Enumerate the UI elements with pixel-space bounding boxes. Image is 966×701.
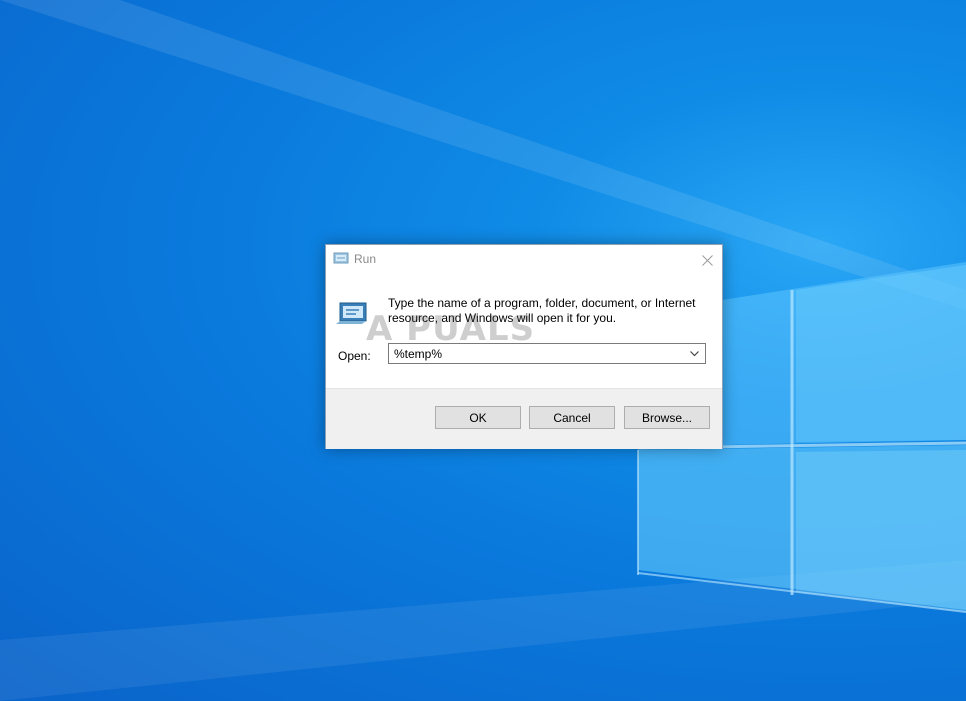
dialog-title: Run <box>354 252 377 266</box>
run-instructions: Type the name of a program, folder, docu… <box>388 296 696 325</box>
dropdown-button[interactable] <box>683 344 705 363</box>
open-combobox[interactable] <box>388 343 706 364</box>
run-dialog: Run Type the name of a program, folder, … <box>325 244 723 449</box>
open-input[interactable] <box>394 346 674 361</box>
close-button[interactable] <box>692 245 722 275</box>
dialog-titlebar[interactable]: Run <box>326 245 722 275</box>
cancel-button[interactable]: Cancel <box>529 406 615 429</box>
chevron-down-icon <box>689 350 699 356</box>
dialog-button-bar: OK Cancel Browse... <box>326 388 722 449</box>
run-icon <box>336 302 367 324</box>
run-icon <box>333 252 349 264</box>
ok-button[interactable]: OK <box>435 406 521 429</box>
browse-button[interactable]: Browse... <box>624 406 710 429</box>
open-label: Open: <box>338 349 371 363</box>
close-icon <box>701 254 713 266</box>
